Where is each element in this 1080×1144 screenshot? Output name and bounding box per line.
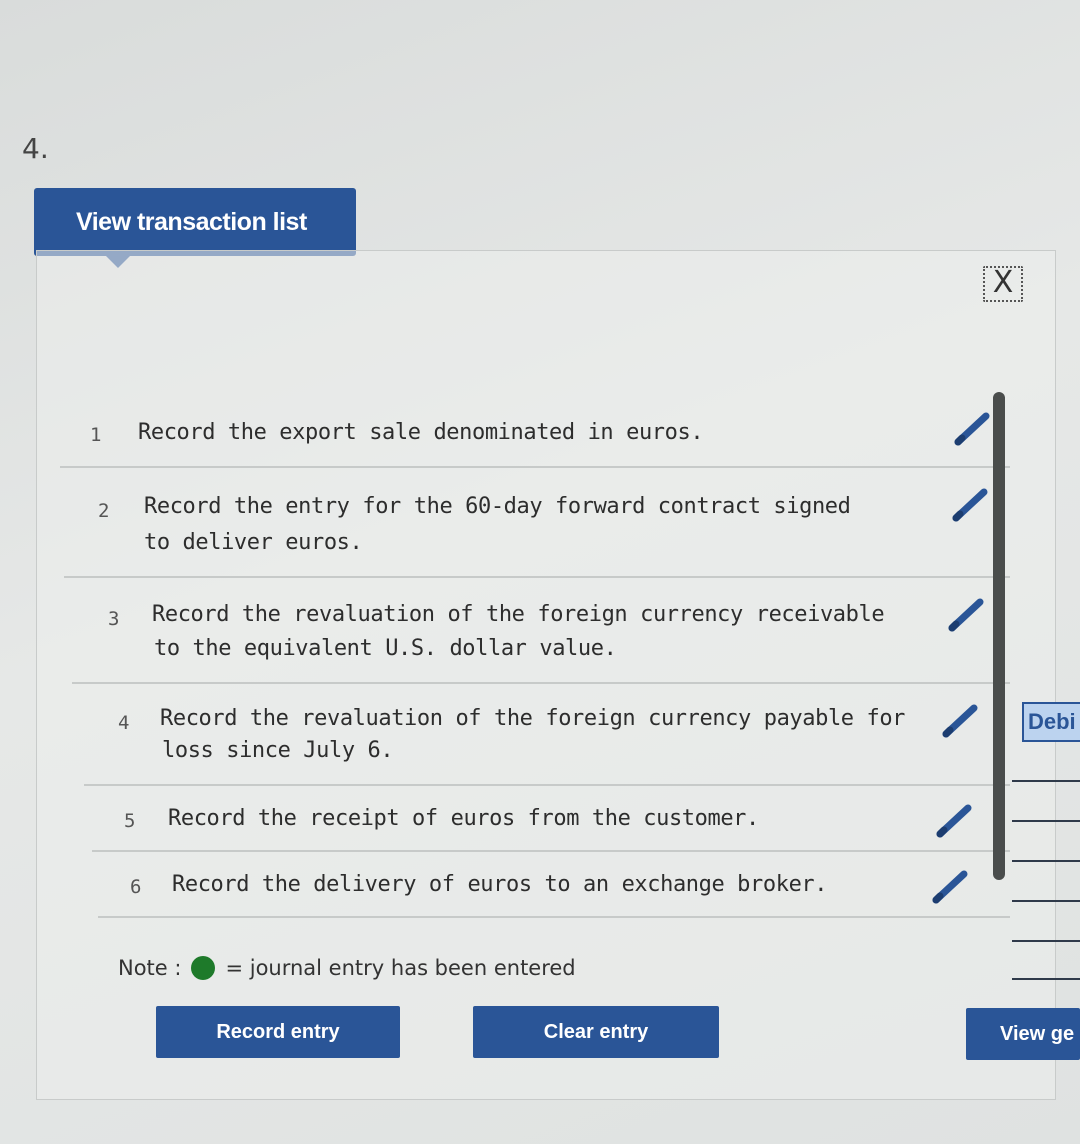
pencil-icon[interactable] [952,408,992,448]
pencil-icon[interactable] [934,800,974,840]
legend-note: Note : = journal entry has been entered [118,956,576,980]
transaction-row-4[interactable]: 4 Record the revaluation of the foreign … [88,700,1008,770]
table-row-line [1012,940,1080,942]
table-row-line [1012,860,1080,862]
transaction-row-6[interactable]: 6 Record the delivery of euros to an exc… [100,868,1000,938]
transaction-number: 2 [98,500,110,522]
pencil-icon[interactable] [950,484,990,524]
note-suffix: = journal entry has been entered [225,956,576,980]
transaction-description-line2: to deliver euros. [144,530,363,555]
transaction-row-3[interactable]: 3 Record the revaluation of the foreign … [78,596,1008,666]
transaction-number: 1 [90,424,102,446]
transaction-number: 3 [108,608,120,630]
transaction-description-line1: Record the revaluation of the foreign cu… [160,706,906,731]
transaction-row-5[interactable]: 5 Record the receipt of euros from the c… [94,802,1004,872]
table-row-line [1012,820,1080,822]
view-transaction-list-button[interactable]: View transaction list [34,188,356,268]
transaction-description-line1: Record the entry for the 60-day forward … [144,494,851,519]
table-row-line [1012,900,1080,902]
table-row-line [1012,978,1080,980]
question-number: 4. [22,132,49,165]
transaction-description-line2: loss since July 6. [162,738,394,763]
transaction-description-line1: Record the revaluation of the foreign cu… [152,602,885,627]
view-transaction-list-label: View transaction list [76,207,307,236]
pencil-icon[interactable] [930,866,970,906]
transaction-number: 4 [118,712,130,734]
row-divider [64,576,1010,578]
transaction-description-line2: to the equivalent U.S. dollar value. [154,636,617,661]
clear-entry-button[interactable]: Clear entry [473,1006,719,1058]
transaction-description: Record the receipt of euros from the cus… [168,806,759,831]
table-row-line [1012,780,1080,782]
transaction-description: Record the delivery of euros to an excha… [172,872,828,897]
row-divider [98,916,1010,918]
close-icon[interactable]: X [983,266,1023,302]
row-divider [92,850,1010,852]
transaction-description: Record the export sale denominated in eu… [138,420,704,445]
row-divider [60,466,1010,468]
transaction-row-1[interactable]: 1 Record the export sale denominated in … [60,412,1000,482]
note-prefix: Note : [118,956,182,980]
pencil-icon[interactable] [940,700,980,740]
green-dot-icon [191,956,216,980]
pencil-icon[interactable] [946,594,986,634]
transaction-number: 6 [130,876,142,898]
view-general-journal-button[interactable]: View ge [966,1008,1080,1060]
row-divider [84,784,1010,786]
scrollbar-thumb[interactable] [993,392,1005,880]
record-entry-button[interactable]: Record entry [156,1006,400,1058]
transaction-row-2[interactable]: 2 Record the entry for the 60-day forwar… [68,488,1008,558]
row-divider [72,682,1010,684]
debit-column-header: Debi [1022,702,1080,742]
transaction-number: 5 [124,810,136,832]
